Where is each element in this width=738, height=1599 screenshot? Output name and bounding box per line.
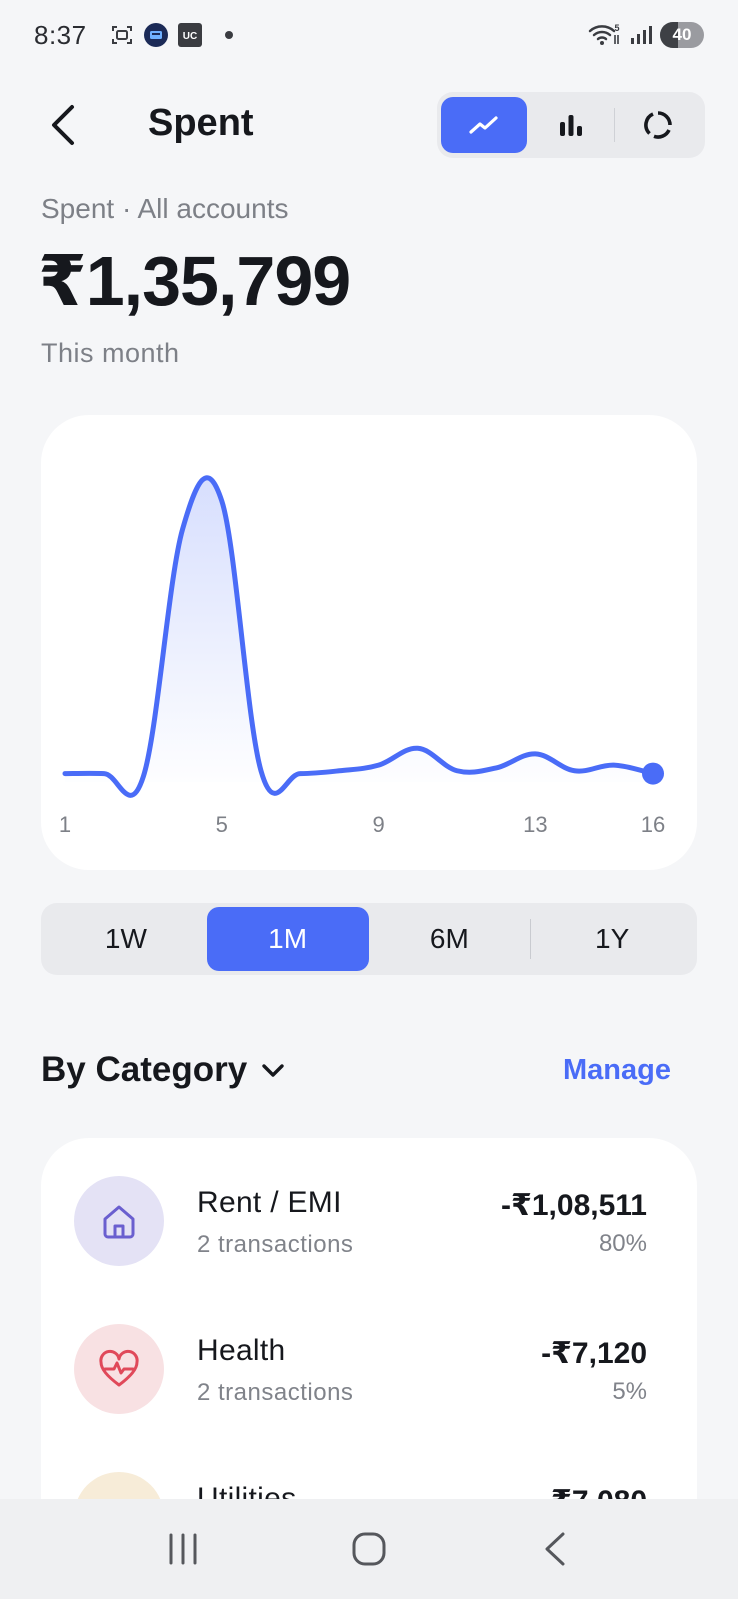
- category-transaction-count: 2 transactions: [197, 1231, 354, 1258]
- chevron-left-icon: [52, 105, 74, 145]
- x-tick-label: 13: [523, 812, 547, 837]
- system-icons: 5 40: [588, 22, 704, 48]
- x-tick-label: 1: [59, 812, 71, 837]
- chart-area-fill: [65, 477, 653, 796]
- page-title: Spent: [148, 102, 254, 144]
- chart-data-point[interactable]: [454, 768, 460, 774]
- range-6m-button[interactable]: 6M: [369, 907, 531, 971]
- range-1w-button[interactable]: 1W: [45, 907, 207, 971]
- status-bar: 8:37 UC 5 40: [0, 0, 738, 70]
- summary-subtitle: Spent · All accounts: [41, 193, 289, 224]
- category-icon-badge: [74, 1176, 164, 1266]
- svg-text:5: 5: [614, 23, 619, 33]
- bar-chart-view-button[interactable]: [527, 97, 613, 153]
- nav-back-button[interactable]: [515, 1519, 595, 1579]
- system-navigation-bar: [0, 1499, 738, 1599]
- chart-data-point[interactable]: [140, 773, 146, 779]
- screenshot-icon: [109, 22, 135, 48]
- chevron-down-icon: [262, 1064, 284, 1077]
- category-percent: 80%: [598, 1230, 647, 1257]
- chart-data-point[interactable]: [180, 526, 186, 532]
- chart-view-toggle: [437, 92, 705, 158]
- bar-chart-icon: [559, 115, 582, 136]
- recents-button[interactable]: [143, 1519, 223, 1579]
- notification-icons: UC: [109, 22, 233, 48]
- chart-data-point[interactable]: [493, 765, 499, 771]
- x-tick-label: 9: [372, 812, 384, 837]
- back-button[interactable]: [38, 100, 88, 150]
- heart-pulse-icon: [99, 1349, 139, 1387]
- chart-data-point[interactable]: [219, 498, 225, 504]
- category-row-health[interactable]: Health 2 transactions -₹7,120 5%: [41, 1324, 697, 1444]
- header: Spent: [0, 90, 738, 160]
- category-name: Health: [197, 1334, 286, 1367]
- x-tick-label: 5: [216, 812, 228, 837]
- category-transaction-count: 2 transactions: [197, 1379, 354, 1406]
- category-name: Rent / EMI: [197, 1186, 342, 1219]
- status-time: 8:37: [34, 19, 87, 50]
- time-range-selector: 1W 1M 6M 1Y: [41, 903, 697, 975]
- chart-data-point[interactable]: [258, 768, 264, 774]
- chart-data-point[interactable]: [532, 751, 538, 757]
- spending-chart-card: 1 5 9 13 16: [41, 415, 697, 870]
- chart-data-point[interactable]: [62, 771, 68, 777]
- home-icon: [103, 1205, 135, 1239]
- category-section-header: By Category Manage: [41, 1050, 681, 1100]
- home-circle-icon: [352, 1532, 386, 1566]
- chart-data-point[interactable]: [572, 768, 578, 774]
- battery-indicator: 40: [660, 22, 704, 48]
- battery-level: 40: [672, 25, 692, 44]
- uc-browser-icon: UC: [177, 22, 203, 48]
- category-percent: 5%: [612, 1378, 647, 1405]
- group-by-dropdown[interactable]: By Category: [41, 1050, 285, 1090]
- chart-data-point[interactable]: [336, 768, 342, 774]
- donut-chart-icon: [643, 111, 672, 139]
- category-amount: -₹7,120: [541, 1337, 647, 1370]
- app-notification-icon: [143, 22, 169, 48]
- line-chart-view-button[interactable]: [441, 97, 528, 153]
- home-button[interactable]: [329, 1519, 409, 1579]
- chart-data-point[interactable]: [611, 762, 617, 768]
- total-spent-amount: ₹1,35,799: [38, 242, 351, 320]
- summary-period: This month: [41, 338, 180, 368]
- category-icon-badge: [74, 1324, 164, 1414]
- manage-categories-link[interactable]: Manage: [563, 1054, 671, 1087]
- chart-data-point[interactable]: [376, 762, 382, 768]
- line-chart-icon: [469, 116, 498, 134]
- svg-text:UC: UC: [182, 31, 196, 42]
- x-tick-label: 16: [641, 812, 665, 837]
- more-notifications-dot: [224, 31, 233, 39]
- category-amount: -₹1,08,511: [501, 1189, 647, 1222]
- range-1m-button[interactable]: 1M: [206, 907, 369, 971]
- chart-data-point[interactable]: [101, 771, 107, 777]
- range-1y-button[interactable]: 1Y: [531, 907, 693, 971]
- signal-icon: [628, 22, 654, 48]
- back-chevron-icon: [545, 1532, 565, 1566]
- category-row-rent-emi[interactable]: Rent / EMI 2 transactions -₹1,08,511 80%: [41, 1176, 697, 1296]
- chart-current-point[interactable]: [642, 762, 664, 785]
- wifi-icon: 5: [588, 22, 622, 48]
- section-title: By Category: [41, 1050, 248, 1089]
- chart-data-point[interactable]: [297, 771, 303, 777]
- spending-line-chart: 1 5 9 13 16: [59, 475, 665, 837]
- recents-icon: [169, 1533, 197, 1565]
- chart-data-point[interactable]: [415, 745, 421, 751]
- donut-chart-view-button[interactable]: [615, 97, 701, 153]
